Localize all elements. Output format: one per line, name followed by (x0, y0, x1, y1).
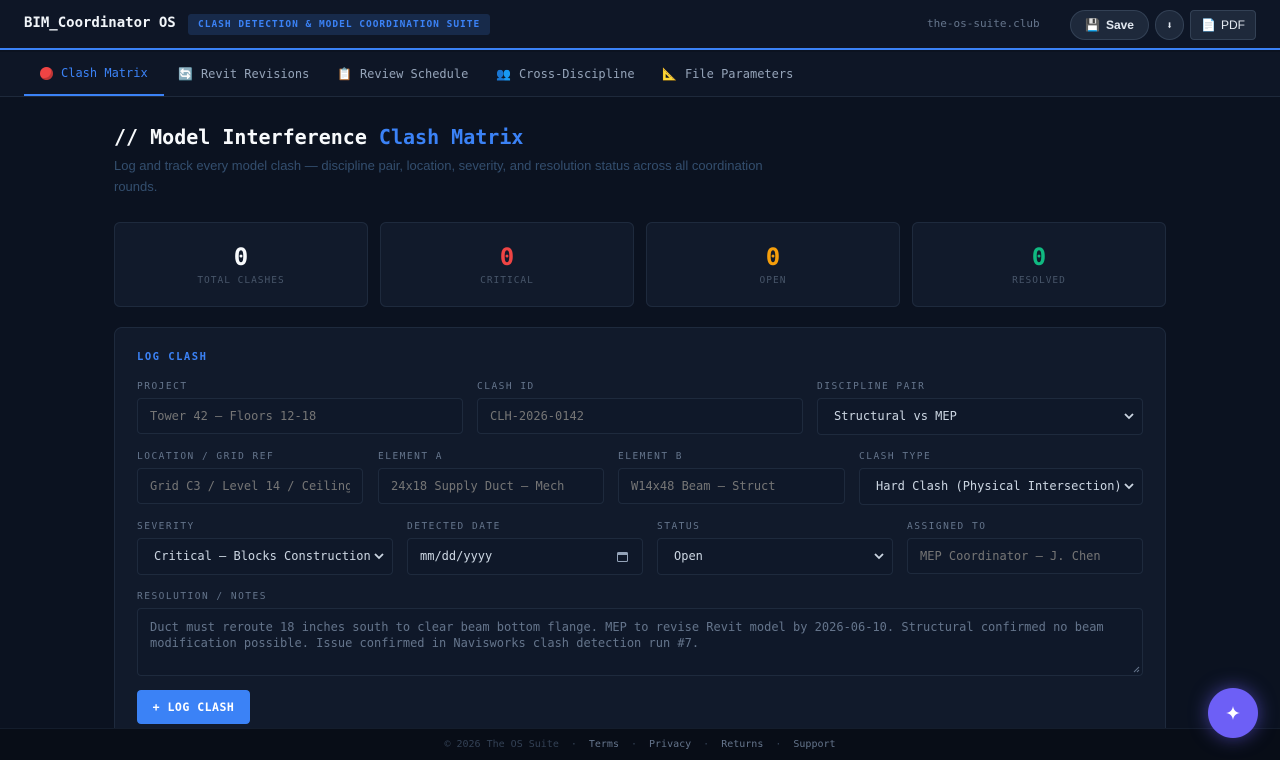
stat-label: RESOLVED (1012, 275, 1066, 286)
page-description: Log and track every model clash — discip… (114, 158, 763, 194)
footer-separator: · (630, 739, 638, 750)
footer-separator: · (775, 739, 782, 750)
download-icon: ⬇ (1166, 18, 1173, 32)
page-title-prefix: // Model Interference (114, 125, 367, 149)
stat-value: 0 (765, 243, 781, 271)
red-circle-icon (40, 66, 53, 80)
stat-value: 0 (499, 243, 515, 271)
stat-value: 0 (233, 243, 249, 271)
location-input[interactable] (137, 468, 363, 504)
footer-separator: · (570, 739, 577, 750)
status-value: Open (674, 549, 703, 563)
assistant-fab-button[interactable] (1208, 688, 1258, 738)
tab-review-schedule[interactable]: 📋 Review Schedule (321, 52, 484, 96)
document-icon: 📄 (1201, 18, 1216, 32)
assigned-to-label: ASSIGNED TO (907, 521, 987, 532)
pdf-label: PDF (1220, 18, 1245, 32)
stat-label: TOTAL CLASHES (197, 275, 285, 286)
footer-link-privacy[interactable]: Privacy (649, 739, 691, 750)
people-icon: 👥 (496, 67, 511, 81)
footer-link-returns[interactable]: Returns (721, 739, 763, 750)
element-a-input[interactable] (378, 468, 604, 504)
app-brand: BIM_Coordinator OS (24, 15, 176, 31)
element-b-label: ELEMENT B (618, 451, 683, 462)
clash-id-label: CLASH ID (477, 381, 535, 392)
footer-link-support[interactable]: Support (793, 739, 835, 750)
severity-value: Critical — Blocks Construction (154, 549, 371, 563)
top-bar: BIM_Coordinator OS CLASH DETECTION & MOD… (0, 0, 1280, 50)
chevron-down-icon (374, 553, 384, 560)
clash-type-value: Hard Clash (Physical Intersection) (876, 479, 1122, 493)
page-title-accent: Clash Matrix (378, 125, 524, 149)
log-clash-button[interactable]: + LOG CLASH (137, 690, 250, 724)
stat-label: CRITICAL (480, 275, 534, 286)
chevron-down-icon (1124, 483, 1134, 490)
footer-copyright: © 2026 The OS Suite (444, 739, 559, 750)
suite-badge: CLASH DETECTION & MODEL COORDINATION SUI… (188, 14, 491, 35)
page-title: // Model Interference Clash Matrix (114, 125, 523, 149)
footer-link-terms[interactable]: Terms (589, 739, 619, 750)
assigned-to-input[interactable] (907, 538, 1143, 574)
clash-id-input[interactable] (477, 398, 803, 434)
discipline-pair-select[interactable]: Structural vs MEP (817, 398, 1143, 435)
clipboard-icon: 📋 (337, 67, 352, 81)
clash-type-select[interactable]: Hard Clash (Physical Intersection) (859, 468, 1143, 505)
project-label: PROJECT (137, 381, 188, 392)
status-label: STATUS (657, 521, 701, 532)
discipline-pair-label: DISCIPLINE PAIR (817, 381, 926, 392)
tab-label: Clash Matrix (61, 66, 148, 80)
notes-placeholder: Duct must reroute 18 inches south to cle… (150, 620, 1104, 650)
footer-separator: · (703, 739, 710, 750)
tab-cross-discipline[interactable]: 👥 Cross-Discipline (480, 52, 651, 96)
footer: © 2026 The OS Suite · Terms · Privacy · … (0, 728, 1280, 760)
stat-open: 0 OPEN (646, 222, 900, 307)
discipline-pair-value: Structural vs MEP (834, 409, 957, 423)
chevron-down-icon (1124, 413, 1134, 420)
resize-handle-icon[interactable] (1133, 666, 1140, 673)
detected-date-label: DETECTED DATE (407, 521, 501, 532)
tab-file-parameters[interactable]: 📐 File Parameters (646, 52, 809, 96)
floppy-disk-icon: 💾 (1085, 18, 1100, 32)
refresh-icon: 🔄 (178, 67, 193, 81)
pdf-button[interactable]: 📄 PDF (1190, 10, 1256, 40)
notes-textarea[interactable]: Duct must reroute 18 inches south to cle… (137, 608, 1143, 676)
stat-value: 0 (1031, 243, 1047, 271)
tab-label: File Parameters (684, 67, 794, 81)
stat-critical: 0 CRITICAL (380, 222, 634, 307)
tab-label: Revit Revisions (200, 67, 310, 81)
element-a-label: ELEMENT A (378, 451, 443, 462)
download-button[interactable]: ⬇ (1155, 10, 1184, 40)
detected-date-input[interactable]: mm/dd/yyyy (407, 538, 643, 575)
severity-label: SEVERITY (137, 521, 195, 532)
stat-resolved: 0 RESOLVED (912, 222, 1166, 307)
stat-label: OPEN (759, 275, 787, 286)
severity-select[interactable]: Critical — Blocks Construction (137, 538, 393, 575)
log-clash-card (114, 327, 1166, 747)
chevron-down-icon (874, 553, 884, 560)
tab-bar: Clash Matrix 🔄 Revit Revisions 📋 Review … (0, 52, 1280, 97)
save-button[interactable]: 💾 Save (1070, 10, 1149, 40)
tab-label: Cross-Discipline (518, 67, 635, 81)
element-b-input[interactable] (618, 468, 845, 504)
detected-date-placeholder: mm/dd/yyyy (420, 549, 493, 563)
tab-clash-matrix[interactable]: Clash Matrix (24, 52, 164, 96)
log-clash-title: LOG CLASH (137, 351, 208, 363)
sparkle-icon (1226, 706, 1240, 720)
location-label: LOCATION / GRID REF (137, 451, 275, 462)
project-input[interactable] (137, 398, 463, 434)
clash-type-label: CLASH TYPE (859, 451, 932, 462)
notes-label: RESOLUTION / NOTES (137, 591, 267, 602)
tab-label: Review Schedule (359, 67, 469, 81)
calendar-icon[interactable] (617, 551, 628, 562)
stat-total-clashes: 0 TOTAL CLASHES (114, 222, 368, 307)
save-label: Save (1105, 18, 1134, 32)
triangle-ruler-icon: 📐 (662, 67, 677, 81)
site-url[interactable]: the-os-suite.club (927, 17, 1040, 30)
status-select[interactable]: Open (657, 538, 893, 575)
tab-revit-revisions[interactable]: 🔄 Revit Revisions (162, 52, 325, 96)
